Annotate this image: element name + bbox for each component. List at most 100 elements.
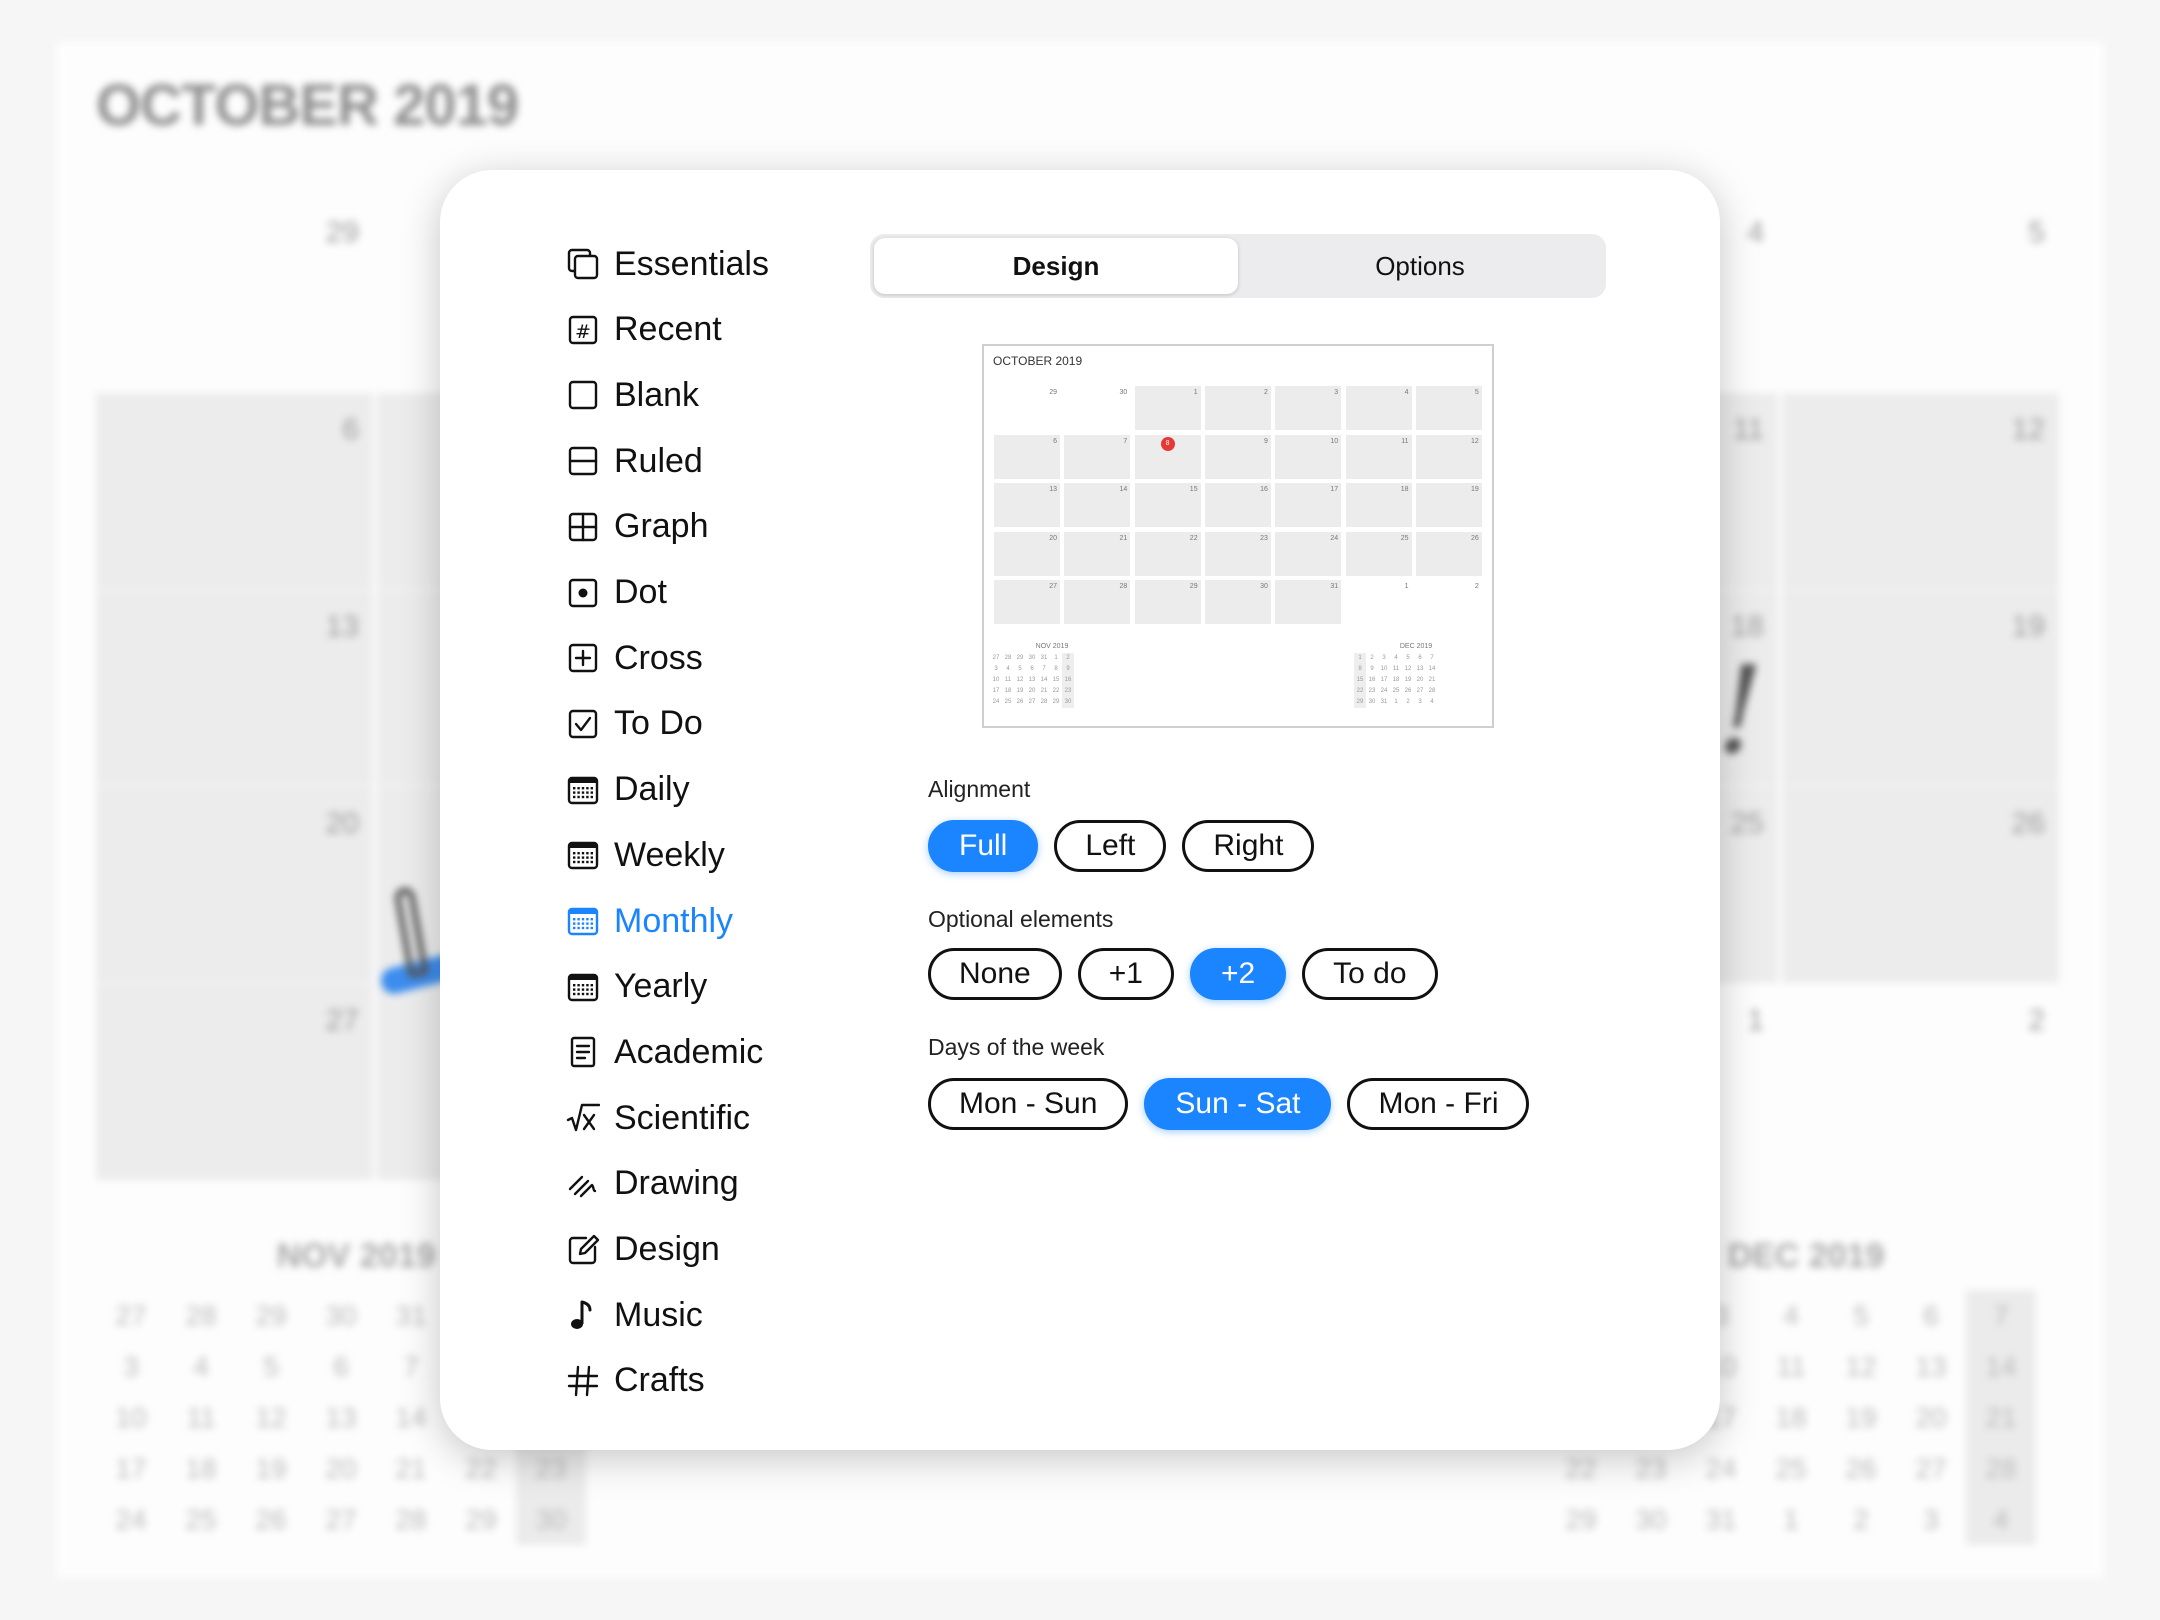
preview-day-cell: 26 [1415, 531, 1482, 576]
mini-day: 20 [325, 1453, 357, 1484]
preview-day-cell: 11 [1345, 434, 1412, 479]
sidebar-item-drawing[interactable]: Drawing [566, 1156, 739, 1212]
background-month-title: OCTOBER 2019 [96, 73, 519, 138]
preview-day-number: 27 [1049, 583, 1057, 590]
mini-day: 20 [1915, 1402, 1947, 1433]
cross-icon [566, 641, 600, 675]
preview-day-cell: 8 [1134, 434, 1201, 479]
mini-day: 5 [263, 1351, 279, 1382]
sidebar-item-monthly[interactable]: Monthly [566, 893, 733, 949]
mini-day: 18 [1392, 677, 1400, 683]
alignment-option-full[interactable]: Full [928, 820, 1039, 872]
mini-day: 25 [1392, 688, 1400, 694]
sidebar-item-label: Essentials [614, 244, 769, 283]
academic-icon [566, 1035, 600, 1069]
sidebar-item-blank[interactable]: Blank [566, 367, 699, 423]
mini-day: 4 [1006, 666, 1010, 672]
mini-day: 27 [325, 1504, 357, 1535]
ruled-icon [566, 444, 600, 478]
mini-day: 8 [1354, 664, 1366, 675]
mini-day: 11 [186, 1402, 216, 1433]
sidebar-item-dot[interactable]: Dot [566, 565, 667, 621]
sidebar-item-academic[interactable]: Academic [566, 1024, 763, 1080]
essentials-icon [566, 247, 600, 281]
background-day-number: 1 [1747, 1004, 1764, 1037]
mini-day: 28 [1040, 699, 1048, 705]
optional-option-1[interactable]: +1 [1077, 948, 1174, 1000]
days-option-sun-sat[interactable]: Sun - Sat [1144, 1078, 1332, 1130]
mini-day: 21 [1966, 1392, 2036, 1443]
preview-day-cell: 14 [1064, 483, 1131, 527]
preview-day-cell: 3 [1275, 386, 1342, 430]
preview-day-number: 10 [1330, 437, 1339, 445]
sidebar-item-ruled[interactable]: Ruled [566, 433, 703, 489]
preview-day-cell: 17 [1275, 483, 1342, 527]
background-day-cell: 20 [96, 787, 373, 983]
mini-day: 2 [1062, 653, 1074, 664]
sidebar-item-essentials[interactable]: Essentials [566, 236, 769, 292]
sidebar-item-crafts[interactable]: Crafts [566, 1353, 705, 1409]
background-day-number: 2 [2028, 1004, 2045, 1037]
mini-day: 18 [1004, 688, 1012, 694]
optional-option-to-do[interactable]: To do [1302, 948, 1438, 1000]
days-option-mon-sun[interactable]: Mon - Sun [928, 1078, 1129, 1130]
mini-day: 30 [1028, 655, 1036, 661]
tab-options[interactable]: Options [1238, 238, 1602, 294]
mini-day: 1 [1783, 1504, 1799, 1535]
days-option-mon-fri[interactable]: Mon - Fri [1347, 1078, 1530, 1130]
preview-day-cell: 1 [1346, 580, 1412, 624]
background-day-number: 12 [2011, 413, 2045, 446]
mini-day: 21 [1428, 677, 1436, 683]
preview-day-number: 2 [1474, 583, 1479, 590]
mini-day: 8 [1054, 666, 1058, 672]
mini-day: 12 [1016, 677, 1024, 683]
alignment-option-right[interactable]: Right [1182, 820, 1315, 872]
optional-option-2[interactable]: +2 [1189, 948, 1287, 1000]
sidebar-item-label: Scientific [614, 1098, 751, 1137]
sidebar-item-label: Ruled [614, 441, 703, 480]
preview-mini-month-dec: DEC 2019 1 2 3 4 5 6 7 8 9 10 11 12 13 14 15 16 17 18 19 20… [1354, 643, 1478, 708]
mini-day: 11 [1776, 1351, 1806, 1382]
sidebar-item-to-do[interactable]: To Do [566, 696, 703, 752]
mini-day: 23 [1368, 688, 1376, 694]
sidebar-item-daily[interactable]: Daily [566, 762, 690, 818]
sidebar-item-recent[interactable]: # Recent [566, 302, 722, 358]
sidebar-item-graph[interactable]: Graph [566, 499, 709, 555]
optional-option-none[interactable]: None [928, 948, 1062, 1000]
preview-day-number: 11 [1401, 437, 1409, 445]
mini-day: 28 [1004, 655, 1012, 661]
sidebar-item-cross[interactable]: Cross [566, 630, 703, 686]
background-day-number: 26 [2011, 807, 2045, 840]
drawing-icon [566, 1167, 600, 1201]
sidebar-item-music[interactable]: Music [566, 1287, 703, 1343]
mini-day: 20 [1028, 688, 1036, 694]
mini-day: 30 [1635, 1504, 1667, 1535]
preview-day-number: 21 [1119, 534, 1128, 542]
preview-day-cell: 24 [1275, 531, 1342, 576]
sidebar-item-scientific[interactable]: Scientific [566, 1090, 750, 1146]
sidebar-item-weekly[interactable]: Weekly [566, 827, 725, 883]
preview-day-cell: 12 [1415, 434, 1482, 479]
background-day-cell: 27 [96, 984, 373, 1180]
background-day-cell: 13 [96, 590, 373, 786]
background-day-number: 29 [325, 216, 359, 249]
sidebar-item-design[interactable]: Design [566, 1222, 720, 1278]
sidebar-item-yearly[interactable]: Yearly [566, 959, 707, 1015]
background-day-cell: 5 [1782, 196, 2059, 392]
background-day-number: 6 [342, 413, 359, 446]
alignment-option-left[interactable]: Left [1054, 820, 1167, 872]
mini-day: 23 [1062, 686, 1074, 697]
mini-day: 6 [333, 1351, 349, 1382]
mini-day: 27 [992, 655, 1000, 661]
preview-day-number: 15 [1189, 486, 1198, 493]
design-options-segmented-control: Design Options [870, 234, 1606, 298]
mini-day: 22 [1354, 686, 1366, 697]
mini-day: 29 [1016, 655, 1024, 661]
background-day-number: 5 [2028, 216, 2045, 249]
tab-design[interactable]: Design [874, 238, 1238, 294]
preview-day-number: 7 [1123, 437, 1128, 445]
days-of-week-options: Mon - Sun Sun - Sat Mon - Fri [928, 1078, 1530, 1130]
mini-day: 5 [1406, 655, 1410, 661]
mini-day: 26 [1845, 1453, 1877, 1484]
mini-day: 12 [1404, 666, 1412, 672]
